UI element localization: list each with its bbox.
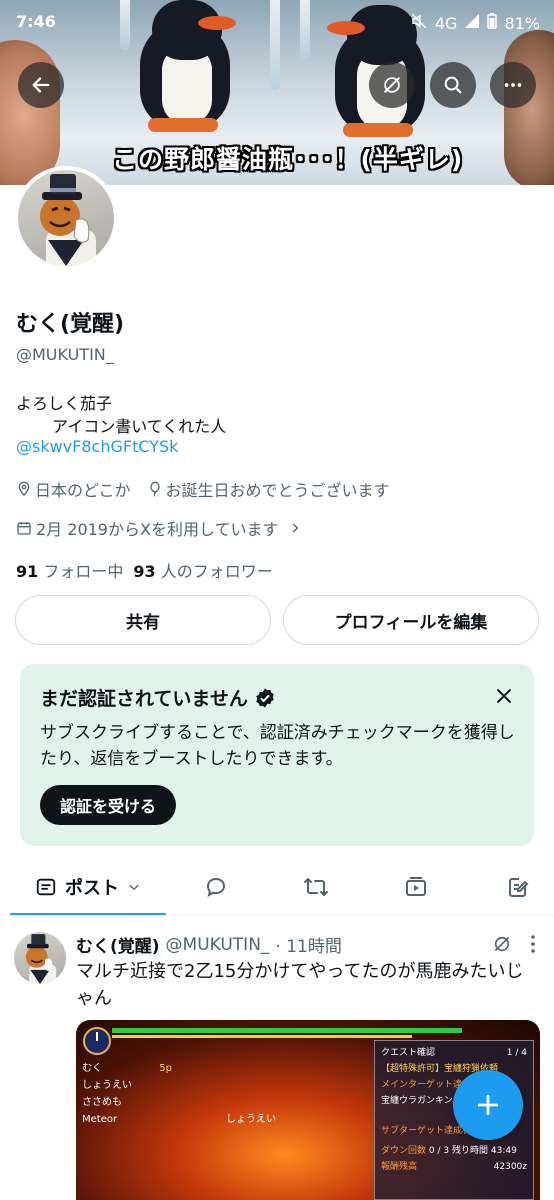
chevron-down-icon	[129, 884, 139, 891]
grok-button[interactable]	[369, 62, 415, 108]
hud-health-bar	[112, 1028, 462, 1033]
edit-profile-button[interactable]: プロフィールを編集	[283, 595, 539, 645]
hud-down-row: ダウン回数 0 / 3 残り時間 43:49	[381, 1146, 517, 1156]
close-verification-button[interactable]	[494, 686, 514, 710]
following-count: 91	[16, 562, 39, 581]
verified-badge-icon	[256, 687, 274, 708]
tab-articles[interactable]	[490, 860, 546, 914]
followers-link[interactable]: 93 人のフォロワー	[133, 558, 272, 582]
profile-birthday: お誕生日おめでとうございます	[165, 481, 390, 500]
profile-bio-line2: アイコン書いてくれた人	[52, 417, 227, 436]
post-header: むく(覚醒) @MUKUTIN_ · 11時間	[76, 932, 342, 958]
hud-player: しょうえい	[82, 1080, 132, 1091]
grok-icon	[494, 936, 510, 952]
compose-post-button[interactable]	[453, 1070, 523, 1140]
tab-reposts[interactable]	[288, 860, 344, 914]
follow-stats: 91 フォロー中 93 人のフォロワー	[16, 558, 273, 582]
profile-location: 日本のどこか	[35, 481, 131, 500]
more-button[interactable]	[490, 62, 536, 108]
hud-quest-header: クエスト確認 1 / 4	[381, 1048, 527, 1058]
verification-card: まだ認証されていません サブスクライブすることで、認証済みチェックマークを獲得し…	[20, 664, 534, 846]
tab-posts-label: ポスト	[65, 878, 119, 899]
get-verified-button[interactable]: 認証を受ける	[40, 785, 177, 825]
avatar-image	[18, 170, 114, 266]
hud-clock-icon	[83, 1027, 111, 1055]
search-icon	[444, 76, 462, 94]
profile-tabs: ポスト	[0, 860, 554, 916]
verification-title-row: まだ認証されていません	[40, 684, 276, 711]
tab-replies[interactable]	[188, 860, 244, 914]
more-vertical-icon	[531, 935, 535, 953]
hud-player: Meteor	[82, 1114, 118, 1125]
post-time: · 11時間	[275, 937, 342, 957]
grok-icon	[383, 76, 401, 94]
mute-icon	[410, 12, 428, 34]
tabs-divider	[0, 915, 554, 916]
calendar-icon	[17, 522, 31, 535]
hud-reward-row: 報酬残高 42300z	[381, 1162, 527, 1172]
status-bar: 7:46 4G 81%	[0, 0, 554, 44]
profile-bio-link[interactable]: @skwvF8chGFtCYSk	[16, 437, 178, 456]
hud-stamina-bar	[112, 1035, 412, 1038]
arrow-left-icon	[32, 77, 50, 93]
post-list-icon	[36, 878, 56, 896]
following-label: フォロー中	[43, 562, 124, 581]
share-button[interactable]: 共有	[15, 595, 271, 645]
banner-subtitle: この野郎醤油瓶･･･！(半ギレ)	[112, 145, 464, 174]
followers-label: 人のフォロワー	[160, 562, 273, 581]
verification-description: サブスクライブすることで、認証済みチェックマークを獲得したり、返信をブーストした…	[40, 723, 515, 769]
hud-player: ささめも	[82, 1097, 122, 1108]
post-author-name[interactable]: むく(覚醒)	[76, 932, 160, 957]
profile-meta: 日本のどこか お誕生日おめでとうございます	[16, 477, 390, 501]
network-label: 4G	[434, 13, 458, 33]
back-button[interactable]	[18, 62, 64, 108]
grok-post-button[interactable]	[492, 934, 512, 958]
post-actions-top	[492, 934, 536, 958]
post-author-handle[interactable]: @MUKUTIN_	[166, 935, 270, 955]
article-edit-icon	[509, 878, 529, 897]
status-time: 7:46	[16, 12, 56, 31]
close-icon	[497, 689, 511, 703]
chevron-right-icon	[293, 523, 299, 533]
post-avatar[interactable]	[14, 932, 66, 984]
plus-icon	[477, 1094, 499, 1116]
verification-title: まだ認証されていません	[40, 688, 248, 710]
tab-posts[interactable]: ポスト	[10, 860, 166, 914]
profile-joined-row[interactable]: 2月 2019からXを利用しています	[16, 516, 302, 540]
profile-name: むく(覚醒)	[16, 312, 125, 337]
hud-monster-label: しょうえい	[226, 1114, 276, 1125]
hud-party-list: むく 5p しょうえい ささめも Meteor	[82, 1060, 172, 1128]
battery-level: 81%	[504, 13, 540, 33]
profile-bio-line1: よろしく茄子	[16, 394, 113, 413]
location-icon	[18, 481, 30, 496]
profile-avatar[interactable]	[14, 166, 118, 270]
battery-icon	[487, 13, 498, 33]
reply-icon	[206, 877, 226, 898]
banner-face-left	[0, 40, 60, 185]
video-icon	[406, 877, 426, 896]
following-link[interactable]: 91 フォロー中	[16, 558, 123, 582]
search-button[interactable]	[430, 62, 476, 108]
balloon-icon	[149, 481, 160, 497]
post-more-button[interactable]	[530, 934, 536, 958]
hud-player: むく 5p	[82, 1063, 172, 1074]
tab-media[interactable]	[388, 860, 444, 914]
post-text: マルチ近接で2乙15分かけてやってたのが馬鹿みたいじゃん	[76, 961, 524, 1009]
more-horizontal-icon	[504, 83, 522, 87]
followers-count: 93	[133, 562, 156, 581]
repost-icon	[304, 878, 328, 896]
profile-joined: 2月 2019からXを利用しています	[36, 520, 279, 539]
signal-icon	[464, 13, 480, 33]
profile-handle: @MUKUTIN_	[16, 345, 114, 364]
